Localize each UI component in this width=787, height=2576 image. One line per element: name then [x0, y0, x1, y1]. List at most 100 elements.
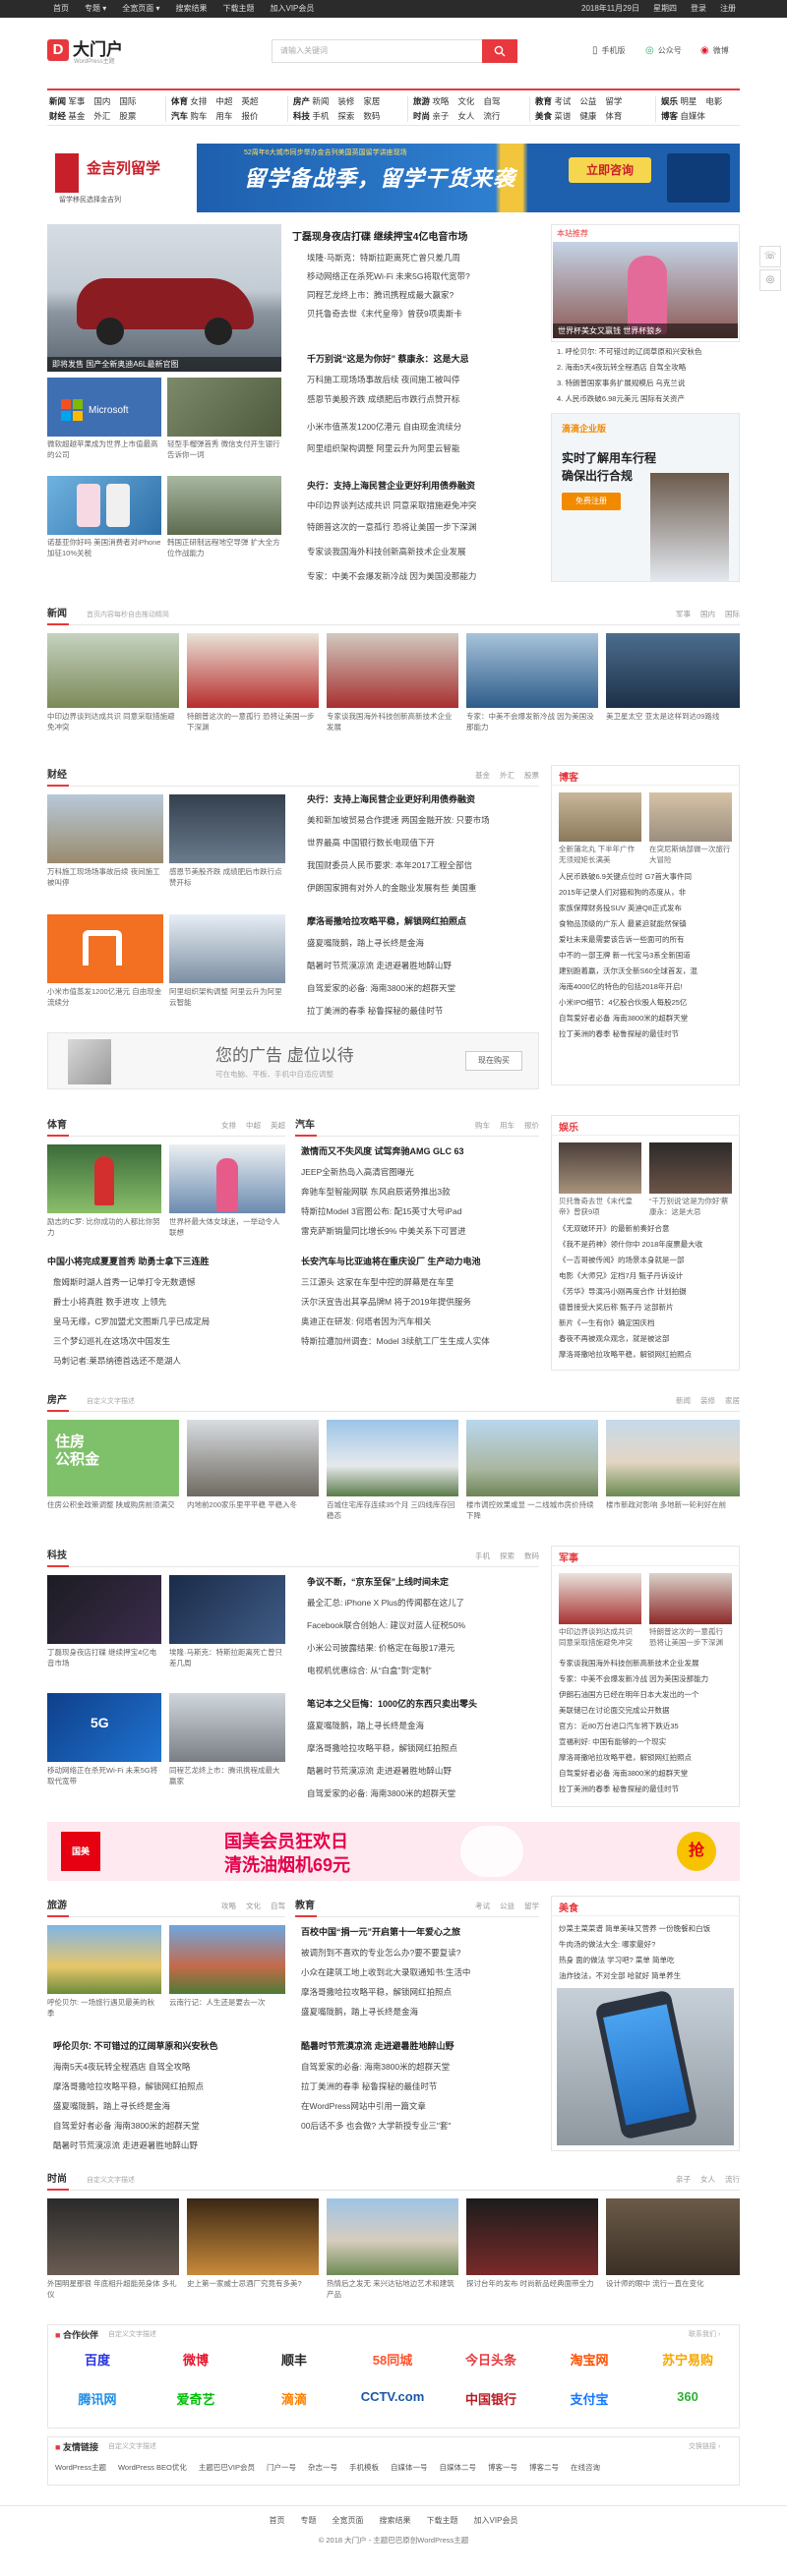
partner-logo[interactable]: 爱奇艺: [151, 2389, 240, 2408]
fashion-photo[interactable]: [606, 2198, 740, 2275]
search-icon: [494, 45, 506, 57]
partner-logo[interactable]: 腾讯网: [53, 2389, 142, 2408]
fashion-photo[interactable]: [47, 2198, 179, 2275]
partner-logo[interactable]: 360: [643, 2389, 732, 2404]
nav-item[interactable]: 新闻: [49, 96, 66, 106]
military-photo[interactable]: [649, 1573, 732, 1624]
ad-consult-button[interactable]: 立即咨询: [569, 157, 651, 183]
finance-photo[interactable]: [169, 914, 285, 983]
partners-box: [47, 2324, 740, 2429]
finance-photo[interactable]: [47, 914, 163, 983]
section-sports-header: 体育 女排 中超 英超: [47, 1115, 285, 1137]
news-photo[interactable]: [606, 633, 740, 708]
ad-banner-study-abroad[interactable]: 金吉列留学 留学移民选择金吉列 52周年6大城市同步举办金吉列美国英国留学讲座现…: [47, 144, 740, 212]
recommend-label: 本站推荐: [557, 229, 588, 238]
top-link-home[interactable]: 首页: [53, 0, 69, 18]
recommend-item[interactable]: 2. 海南5天4夜玩转全程酒店 自驾全攻略: [557, 362, 740, 373]
search-button[interactable]: [482, 39, 517, 63]
photo-microsoft[interactable]: Microsoft: [47, 378, 161, 437]
top-link-search[interactable]: 搜索结果: [176, 0, 208, 18]
recommend-photo[interactable]: 世界杯美女又赢钱 世界杯狼乡: [553, 242, 738, 338]
top-link-topics[interactable]: 专题 ▾: [85, 0, 106, 18]
fashion-photo[interactable]: [327, 2198, 458, 2275]
photo-iphone[interactable]: [47, 476, 161, 535]
top-link-vip[interactable]: 加入VIP会员: [271, 0, 315, 18]
phone-icon: ☏: [763, 251, 777, 262]
recommend-item[interactable]: 3. 特朗普国家事务扩展规模后 乌克兰说: [557, 378, 740, 388]
blog-title[interactable]: 博客: [559, 769, 578, 784]
news-photo[interactable]: [47, 633, 179, 708]
blog-photo[interactable]: [559, 792, 641, 842]
partner-logo[interactable]: 中国银行: [447, 2389, 535, 2408]
brand-logo-icon: [55, 153, 79, 193]
sports-photo[interactable]: [169, 1144, 285, 1213]
finance-photo[interactable]: [47, 794, 163, 863]
partner-logo[interactable]: CCTV.com: [348, 2389, 437, 2404]
partner-logo[interactable]: 百度: [53, 2350, 142, 2369]
travel-photo[interactable]: [169, 1925, 285, 1994]
buy-now-button[interactable]: 现在购买: [465, 1051, 522, 1071]
house-photo[interactable]: [606, 1420, 740, 1496]
photo-grenade[interactable]: [167, 378, 281, 437]
news-photo[interactable]: [187, 633, 319, 708]
house-photo[interactable]: [187, 1420, 319, 1496]
wechat-float-button[interactable]: ◎: [759, 269, 781, 291]
partners-more-link[interactable]: 联系我们 ›: [689, 2329, 720, 2339]
didi-ad[interactable]: 滴滴企业版 实时了解用车行程 确保出行合规 免费注册: [551, 413, 740, 582]
section-travel-header: 旅游 攻略 文化 自驾: [47, 1896, 285, 1917]
logo-icon[interactable]: D: [47, 39, 69, 61]
house-photo[interactable]: [466, 1420, 598, 1496]
register-link[interactable]: 注册: [720, 0, 736, 18]
feature-photo[interactable]: 即将发售 国产全新奥迪A6L最新官图: [47, 224, 281, 372]
partner-logo[interactable]: 支付宝: [545, 2389, 634, 2408]
tech-photo[interactable]: 5G: [47, 1693, 161, 1762]
ad-banner-gome[interactable]: 国美 国美会员狂欢日 清洗油烟机69元 抢: [47, 1822, 740, 1881]
partners-title: ■ 合作伙伴: [55, 2330, 98, 2340]
nav-group-house: 房产 新闻 装修 家居 科技 手机 探索 数码: [293, 96, 381, 121]
partner-logo[interactable]: 顺丰: [250, 2350, 338, 2369]
search-input[interactable]: 请输入关键词: [272, 39, 482, 63]
friend-links-more[interactable]: 交换链接 ›: [689, 2441, 720, 2451]
partner-logo[interactable]: 滴滴: [250, 2389, 338, 2408]
didi-register-button[interactable]: 免费注册: [562, 493, 621, 510]
top-date: 2018年11月29日: [581, 4, 639, 13]
sports-photo[interactable]: [47, 1144, 161, 1213]
recommend-item[interactable]: 4. 人民币跌破6.98元美元 国际有关资产: [557, 393, 740, 404]
tech-photo[interactable]: [169, 1575, 285, 1644]
photo-missile[interactable]: [167, 476, 281, 535]
tech-photo[interactable]: [169, 1693, 285, 1762]
news-photo[interactable]: [466, 633, 598, 708]
friend-links-title: ■ 友情链接: [55, 2442, 98, 2452]
ent-photo[interactable]: [649, 1142, 732, 1194]
partner-logo[interactable]: 苏宁易购: [643, 2350, 732, 2369]
house-photo[interactable]: 住房 公积金: [47, 1420, 179, 1496]
food-photo[interactable]: [557, 1988, 734, 2145]
ad-placeholder[interactable]: 您的广告 虚位以待 可在电脑、平板、手机中自适应调整 现在购买: [47, 1032, 539, 1089]
weibo-link[interactable]: ◉ 微博: [700, 45, 729, 56]
partner-logo[interactable]: 微博: [151, 2350, 240, 2369]
tech-photo[interactable]: [47, 1575, 161, 1644]
house-photo[interactable]: [327, 1420, 458, 1496]
top-link-download[interactable]: 下载主题: [223, 0, 255, 18]
mobile-link[interactable]: ▯ 手机版: [592, 45, 626, 56]
partner-logo[interactable]: 淘宝网: [545, 2350, 634, 2369]
ent-photo[interactable]: [559, 1142, 641, 1194]
top-link-fullwidth[interactable]: 全宽页面 ▾: [122, 0, 159, 18]
ad-brand-block: 金吉列留学 留学移民选择金吉列: [47, 144, 197, 212]
blog-photo[interactable]: [649, 792, 732, 842]
nav-group-edu: 教育 考试 公益 留学 美食 菜谱 健康 体育: [535, 96, 623, 121]
login-link[interactable]: 登录: [691, 0, 706, 18]
partner-logo[interactable]: 58同城: [348, 2350, 437, 2369]
wechat-link[interactable]: ◎ 公众号: [645, 45, 682, 56]
news-photo[interactable]: [327, 633, 458, 708]
section-auto-header: 汽车 购车 用车 报价: [295, 1115, 539, 1137]
recommend-item[interactable]: 1. 呼伦贝尔: 不可错过的辽阔草原和兴安秋色: [557, 346, 740, 357]
fashion-photo[interactable]: [187, 2198, 319, 2275]
finance-photo[interactable]: [169, 794, 285, 863]
travel-photo[interactable]: [47, 1925, 161, 1994]
military-photo[interactable]: [559, 1573, 641, 1624]
phone-float-button[interactable]: ☏: [759, 246, 781, 267]
partner-logo[interactable]: 今日头条: [447, 2350, 535, 2369]
fashion-photo[interactable]: [466, 2198, 598, 2275]
grab-button[interactable]: 抢: [677, 1832, 716, 1871]
